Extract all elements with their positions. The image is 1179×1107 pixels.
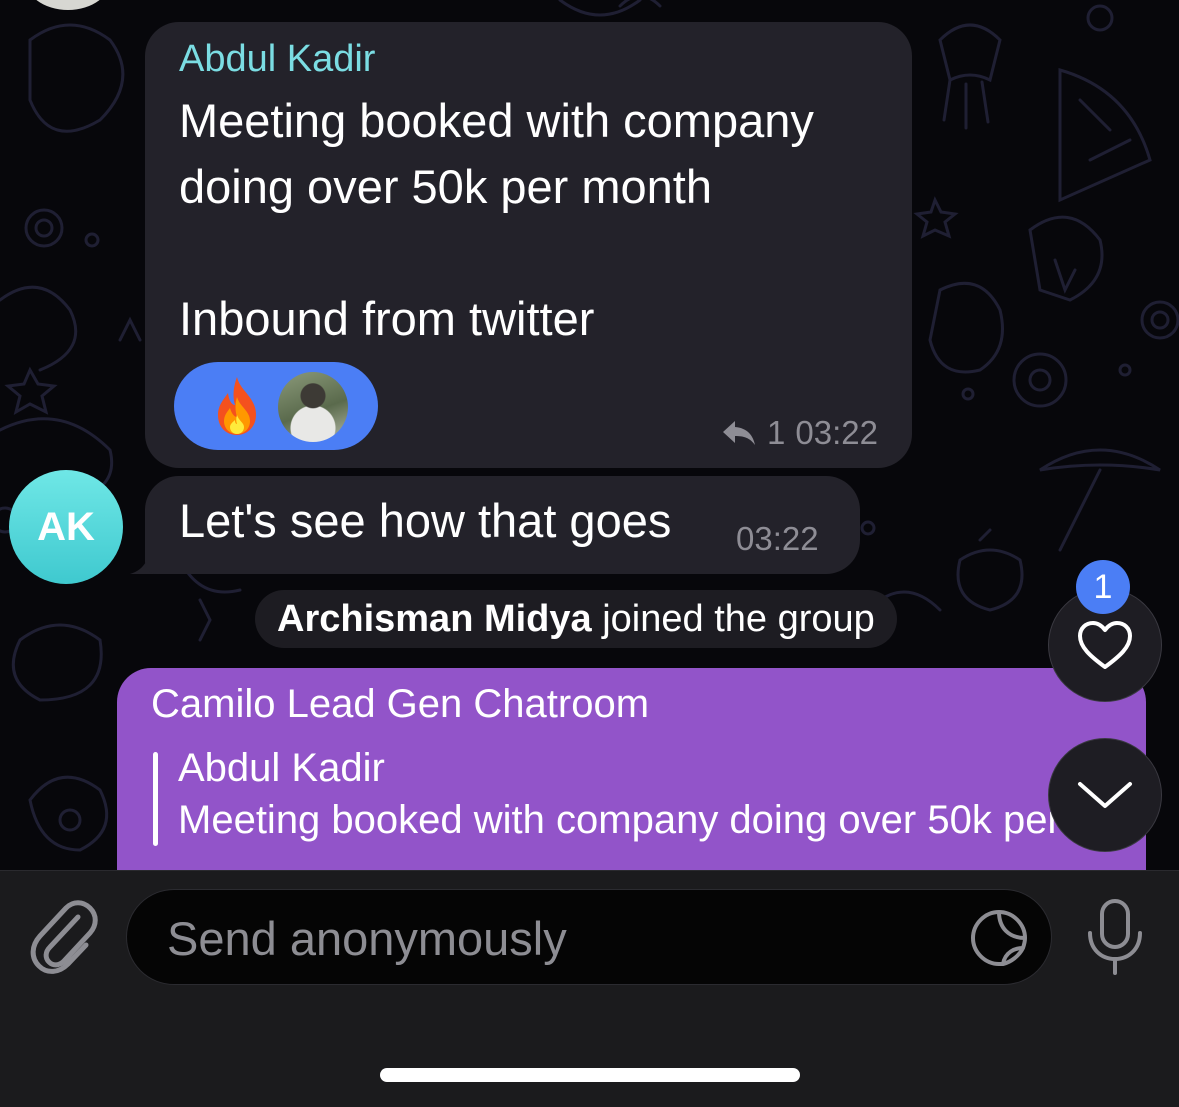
message-time: 03:22 xyxy=(795,414,878,451)
microphone-icon xyxy=(1088,899,1142,975)
reactor-avatar[interactable] xyxy=(278,372,348,442)
message-time: 03:22 xyxy=(736,520,819,557)
quote-sender-name[interactable]: Abdul Kadir xyxy=(178,746,385,791)
service-message: Archisman Midya joined the group xyxy=(255,590,897,648)
message-meta: 1 03:22 xyxy=(721,414,878,452)
reaction-pill[interactable] xyxy=(174,362,378,450)
avatar-ak[interactable]: AK xyxy=(9,470,123,584)
reply-icon xyxy=(723,421,756,445)
chevron-down-icon xyxy=(1078,782,1132,808)
heart-icon xyxy=(1078,621,1132,669)
message-text: Let's see how that goes xyxy=(179,494,672,547)
forwarded-message-bubble[interactable]: Camilo Lead Gen Chatroom Abdul Kadir Mee… xyxy=(117,668,1146,870)
paperclip-icon xyxy=(30,900,98,974)
home-indicator[interactable] xyxy=(380,1068,800,1082)
message-text: Meeting booked with company doing over 5… xyxy=(179,94,814,345)
message-bubble-ak[interactable]: Let's see how that goes 03:22 xyxy=(145,476,860,574)
joined-user-name[interactable]: Archisman Midya xyxy=(277,598,592,640)
chat-area: Abdul Kadir Meeting booked with company … xyxy=(0,0,1179,870)
composer-bar xyxy=(0,870,1179,1107)
scroll-down-button[interactable] xyxy=(1048,738,1162,852)
unread-reactions-badge: 1 xyxy=(1076,560,1130,614)
sender-name[interactable]: Abdul Kadir xyxy=(179,38,375,81)
reply-count[interactable]: 1 xyxy=(767,414,785,452)
voice-record-button[interactable] xyxy=(1082,897,1148,977)
sticker-icon xyxy=(970,909,1028,966)
message-input-field[interactable] xyxy=(126,889,1052,986)
message-input[interactable] xyxy=(165,890,949,986)
message-bubble-abdul[interactable]: Abdul Kadir Meeting booked with company … xyxy=(145,22,912,468)
attach-button[interactable] xyxy=(28,895,100,975)
quote-bar xyxy=(153,752,158,846)
quote-text[interactable]: Meeting booked with company doing over 5… xyxy=(178,798,1058,843)
fire-emoji-icon xyxy=(218,377,256,435)
forward-source-title[interactable]: Camilo Lead Gen Chatroom xyxy=(151,682,649,727)
sticker-button[interactable] xyxy=(969,908,1029,968)
service-action: joined the group xyxy=(602,598,875,640)
